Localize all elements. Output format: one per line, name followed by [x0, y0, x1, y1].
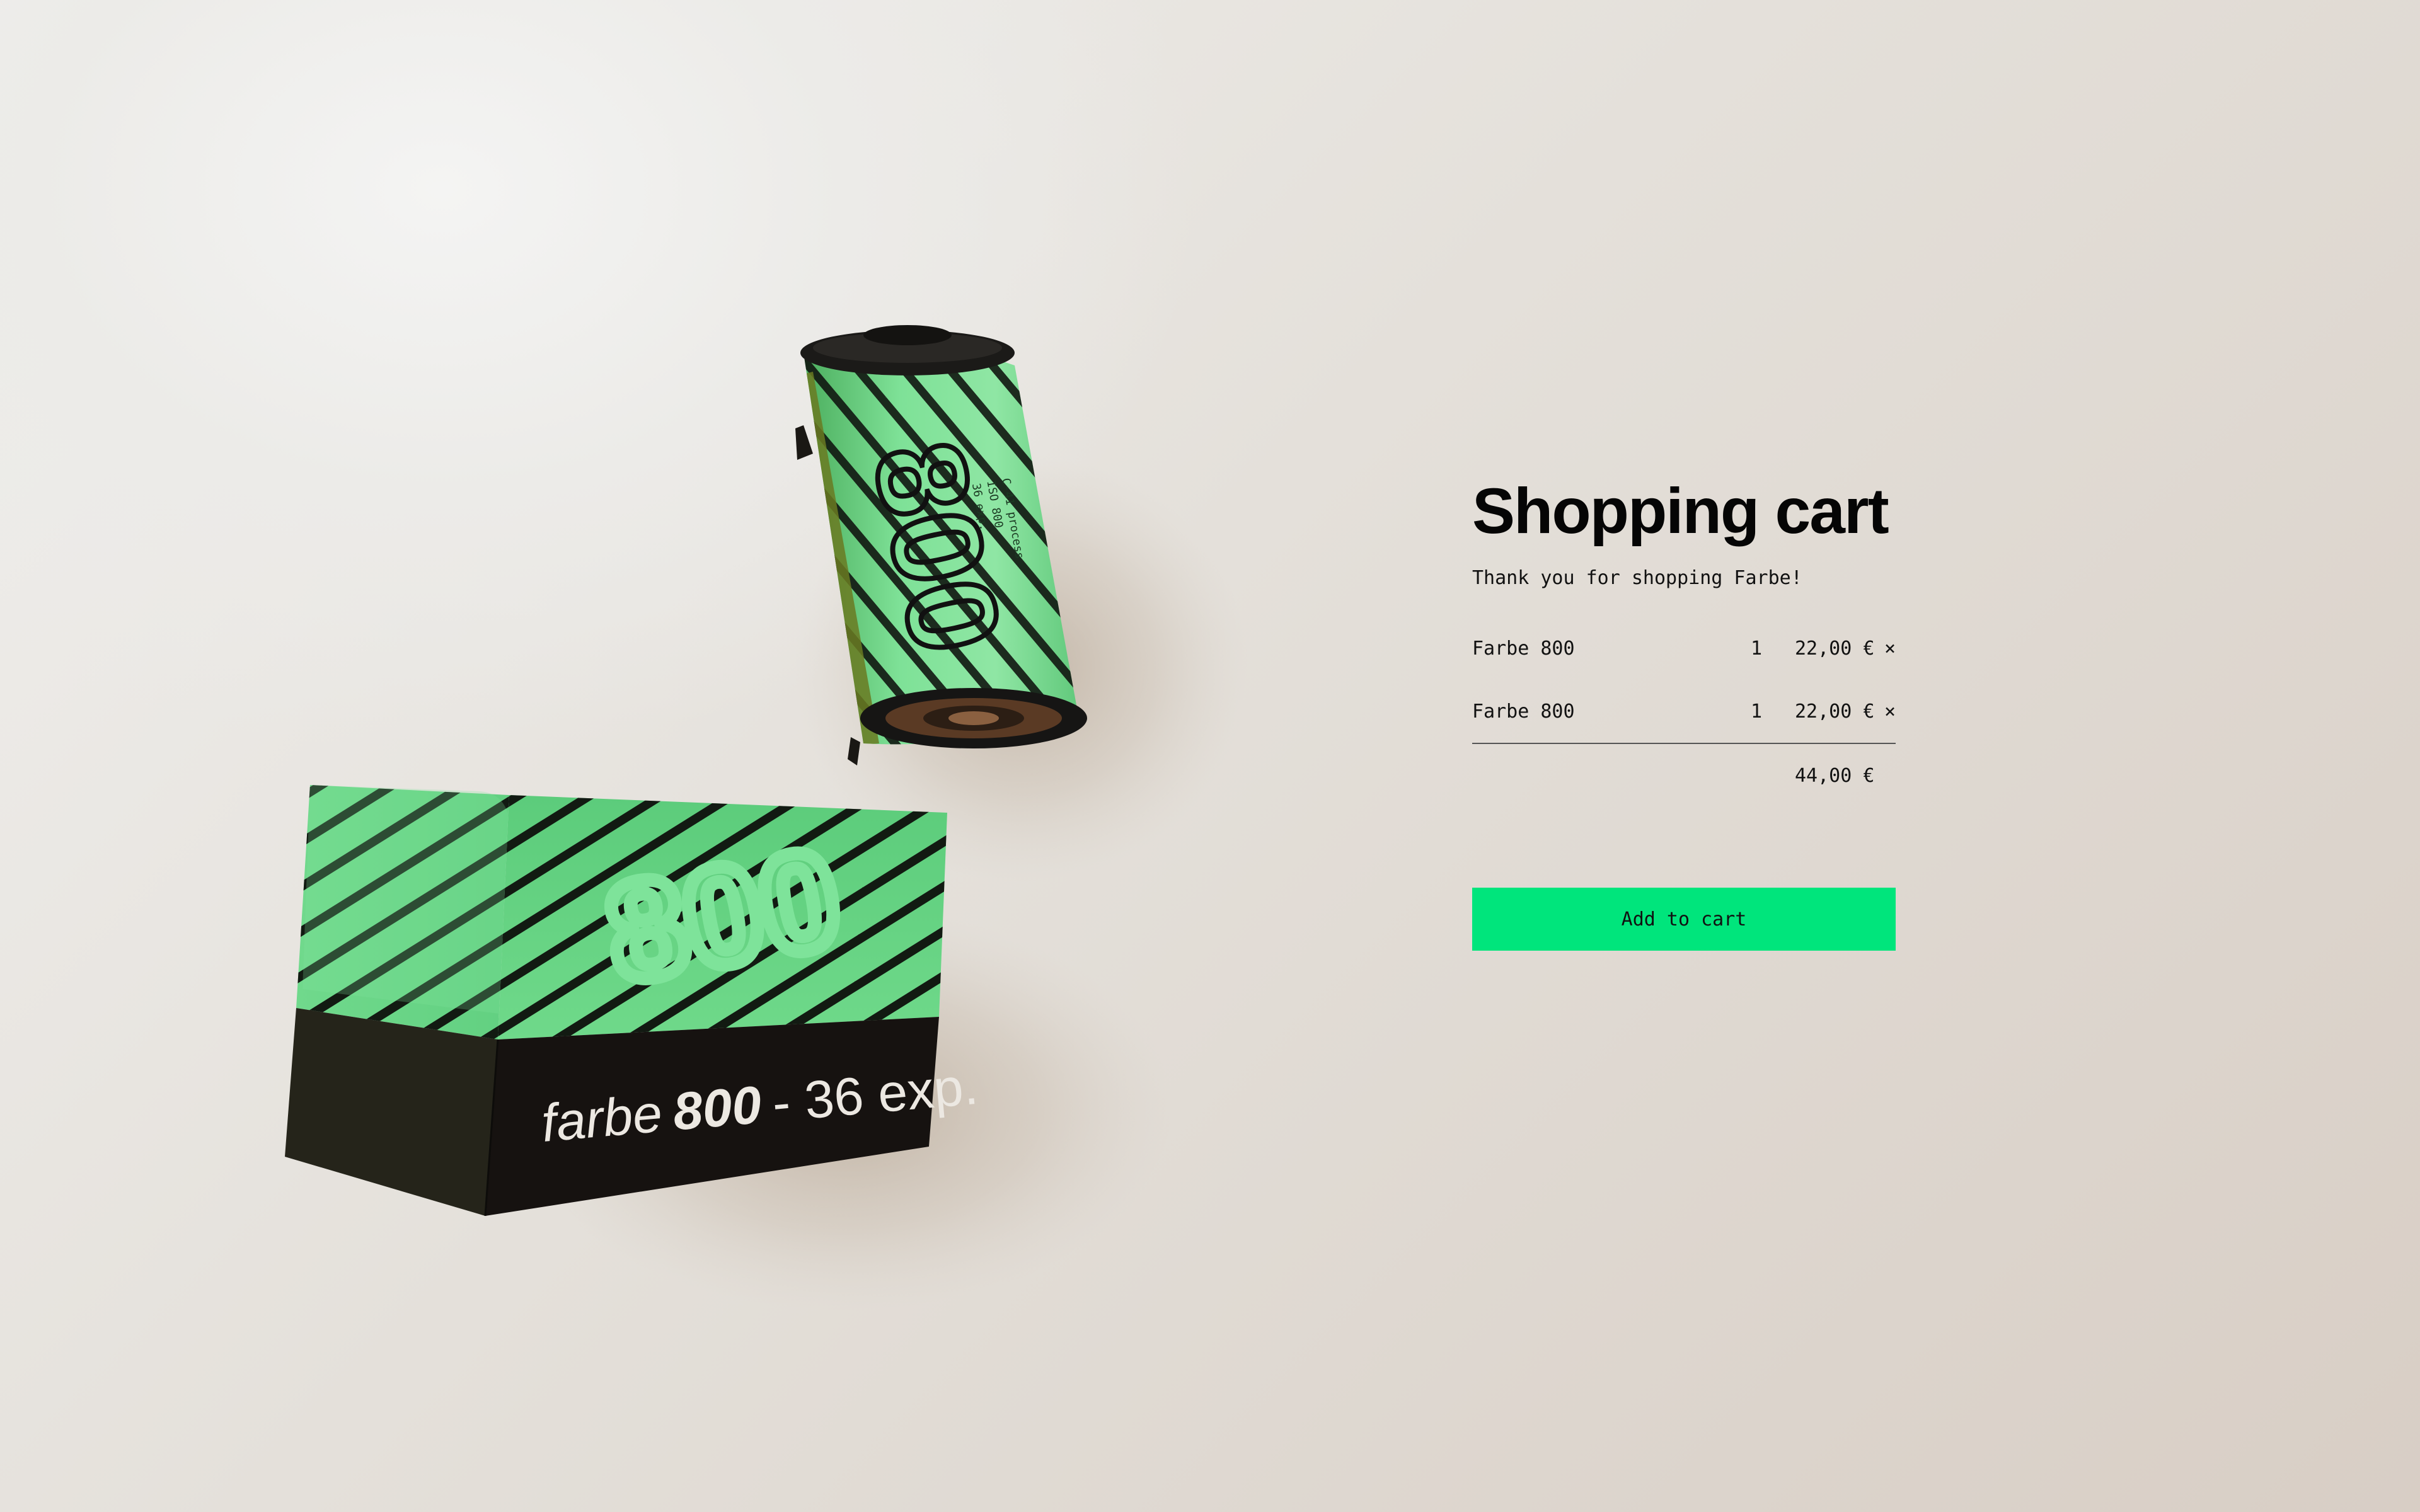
product-illustration: 800 C-41 process ISO 800 36 exp. 800 far…	[285, 325, 1248, 1310]
cart-item-name: Farbe 800	[1472, 637, 1575, 660]
cart-item-quantity: 1	[1750, 637, 1762, 660]
product-scene: 800 C-41 process ISO 800 36 exp. 800 far…	[0, 0, 1323, 1512]
cart-item-row: Farbe 800 1 22,00 € ×	[1472, 617, 1896, 680]
cart-item-name: Farbe 800	[1472, 700, 1575, 723]
cart-total-row: 44,00 €	[1472, 744, 1896, 807]
close-icon[interactable]: ×	[1870, 701, 1896, 723]
cart-total: 44,00 €	[1795, 764, 1875, 787]
cart-item-price: 22,00 €	[1795, 700, 1875, 723]
close-icon[interactable]: ×	[1870, 638, 1896, 660]
add-to-cart-button[interactable]: Add to cart	[1472, 888, 1896, 951]
cart-item-row: Farbe 800 1 22,00 € ×	[1472, 680, 1896, 743]
cart-subtitle: Thank you for shopping Farbe!	[1472, 567, 1802, 589]
page-title: Shopping cart	[1472, 475, 1889, 547]
cart-item-price: 22,00 €	[1795, 637, 1875, 660]
cart-item-quantity: 1	[1750, 700, 1762, 723]
cart-item-list: Farbe 800 1 22,00 € × Farbe 800 1 22,00 …	[1472, 617, 1896, 743]
shopping-cart-panel: Shopping cart Thank you for shopping Far…	[1472, 479, 1896, 951]
film-box: 800 farbe 800- 36 exp.	[285, 785, 980, 1217]
